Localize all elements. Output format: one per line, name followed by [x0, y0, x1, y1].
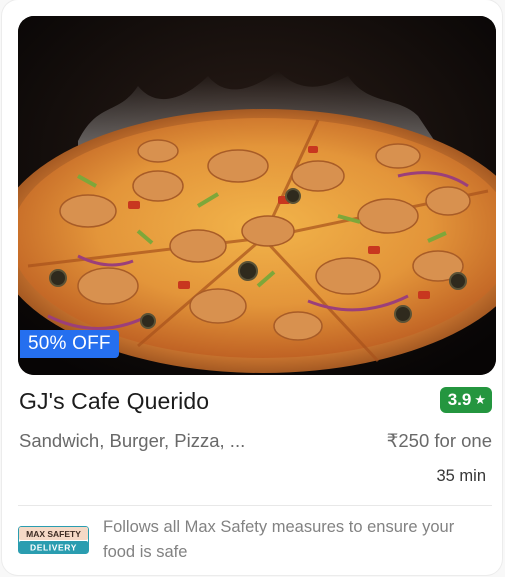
price-for-one: ₹250 for one: [386, 430, 492, 451]
discount-badge: 50% OFF: [20, 330, 119, 358]
restaurant-name[interactable]: GJ's Cafe Querido: [19, 388, 209, 415]
safety-message: Follows all Max Safety measures to ensur…: [103, 518, 455, 561]
logo-line-1: MAX SAFETY: [26, 529, 81, 539]
max-safety-delivery-logo: MAX SAFETY DELIVERY: [18, 526, 89, 554]
delivery-time: 35 min: [436, 467, 486, 485]
rating-badge: 3.9 ★: [439, 387, 492, 413]
star-icon: ★: [474, 392, 486, 407]
divider: [18, 505, 492, 506]
pizza-photo: [18, 16, 496, 375]
cuisine-list: Sandwich, Burger, Pizza, ...: [19, 430, 246, 451]
rating-value: 3.9: [447, 390, 472, 409]
logo-line-2: DELIVERY: [30, 543, 77, 553]
restaurant-card[interactable]: 50% OFF GJ's Cafe Querido 3.9 ★ Sandwich…: [2, 0, 502, 575]
restaurant-image[interactable]: [18, 16, 496, 375]
